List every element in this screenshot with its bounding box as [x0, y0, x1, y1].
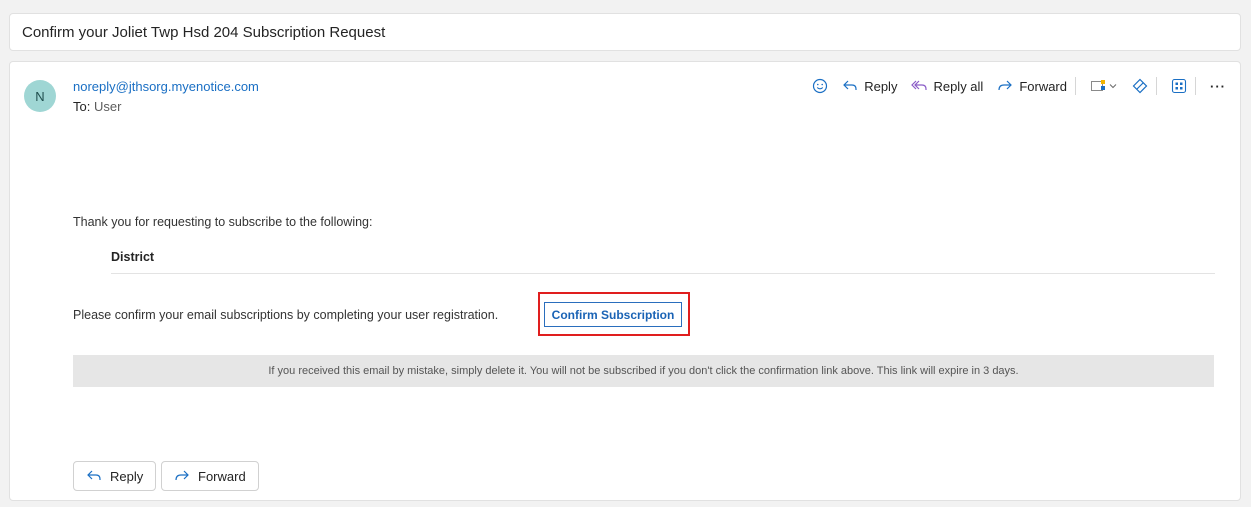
- forward-label: Forward: [1019, 78, 1067, 94]
- toolbar-divider: [1195, 77, 1196, 95]
- forward-button[interactable]: Forward: [997, 78, 1067, 94]
- reply-button[interactable]: Reply: [842, 78, 897, 94]
- footer-reply-button[interactable]: Reply: [73, 461, 157, 491]
- content-divider: [111, 273, 1215, 274]
- emoji-reaction-button[interactable]: [812, 78, 828, 94]
- confirm-prompt: Please confirm your email subscriptions …: [73, 308, 499, 322]
- more-actions-button[interactable]: ···: [1210, 79, 1226, 94]
- chevron-down-icon: [1108, 78, 1118, 94]
- sender-avatar[interactable]: N: [24, 80, 56, 112]
- more-options-icon: ···: [1210, 78, 1226, 94]
- subscription-district: District: [111, 250, 155, 264]
- sender-address[interactable]: noreply@jthsorg.myenotice.com: [73, 79, 259, 94]
- notice-bar: If you received this email by mistake, s…: [73, 355, 1214, 387]
- policy-button[interactable]: [1132, 78, 1148, 94]
- footer-reply-label: Reply: [110, 468, 144, 484]
- forward-arrow-icon: [997, 78, 1013, 94]
- reply-arrow-icon: [842, 78, 858, 94]
- smiley-icon: [812, 78, 828, 94]
- message-toolbar: Reply Reply all Forward ···: [798, 76, 1226, 96]
- notice-text: If you received this email by mistake, s…: [268, 365, 1019, 377]
- to-label: To:: [73, 99, 91, 114]
- policy-icon: [1132, 78, 1148, 94]
- forward-arrow-icon: [174, 468, 190, 484]
- email-subject-bar: Confirm your Joliet Twp Hsd 204 Subscrip…: [9, 13, 1241, 51]
- apps-button[interactable]: [1171, 78, 1187, 94]
- recipient-line: To: User: [73, 99, 121, 114]
- reply-all-icon: [911, 78, 928, 94]
- tag-dropdown-button[interactable]: [1090, 78, 1118, 94]
- footer-forward-label: Forward: [198, 468, 246, 484]
- reply-label: Reply: [864, 78, 898, 94]
- apps-grid-icon: [1171, 78, 1187, 94]
- toolbar-divider: [1075, 77, 1076, 95]
- email-subject: Confirm your Joliet Twp Hsd 204 Subscrip…: [22, 23, 386, 41]
- reply-all-button[interactable]: Reply all: [911, 78, 983, 94]
- avatar-initial: N: [35, 88, 45, 104]
- intro-text: Thank you for requesting to subscribe to…: [73, 215, 373, 229]
- footer-forward-button[interactable]: Forward: [161, 461, 259, 491]
- toolbar-divider: [1156, 77, 1157, 95]
- reply-arrow-icon: [86, 468, 102, 484]
- reply-all-label: Reply all: [933, 78, 984, 94]
- tag-icon: [1090, 78, 1106, 94]
- confirm-subscription-button[interactable]: Confirm Subscription: [544, 302, 682, 327]
- message-card: N noreply@jthsorg.myenotice.com To: User…: [9, 61, 1241, 501]
- recipient-name[interactable]: User: [94, 99, 121, 114]
